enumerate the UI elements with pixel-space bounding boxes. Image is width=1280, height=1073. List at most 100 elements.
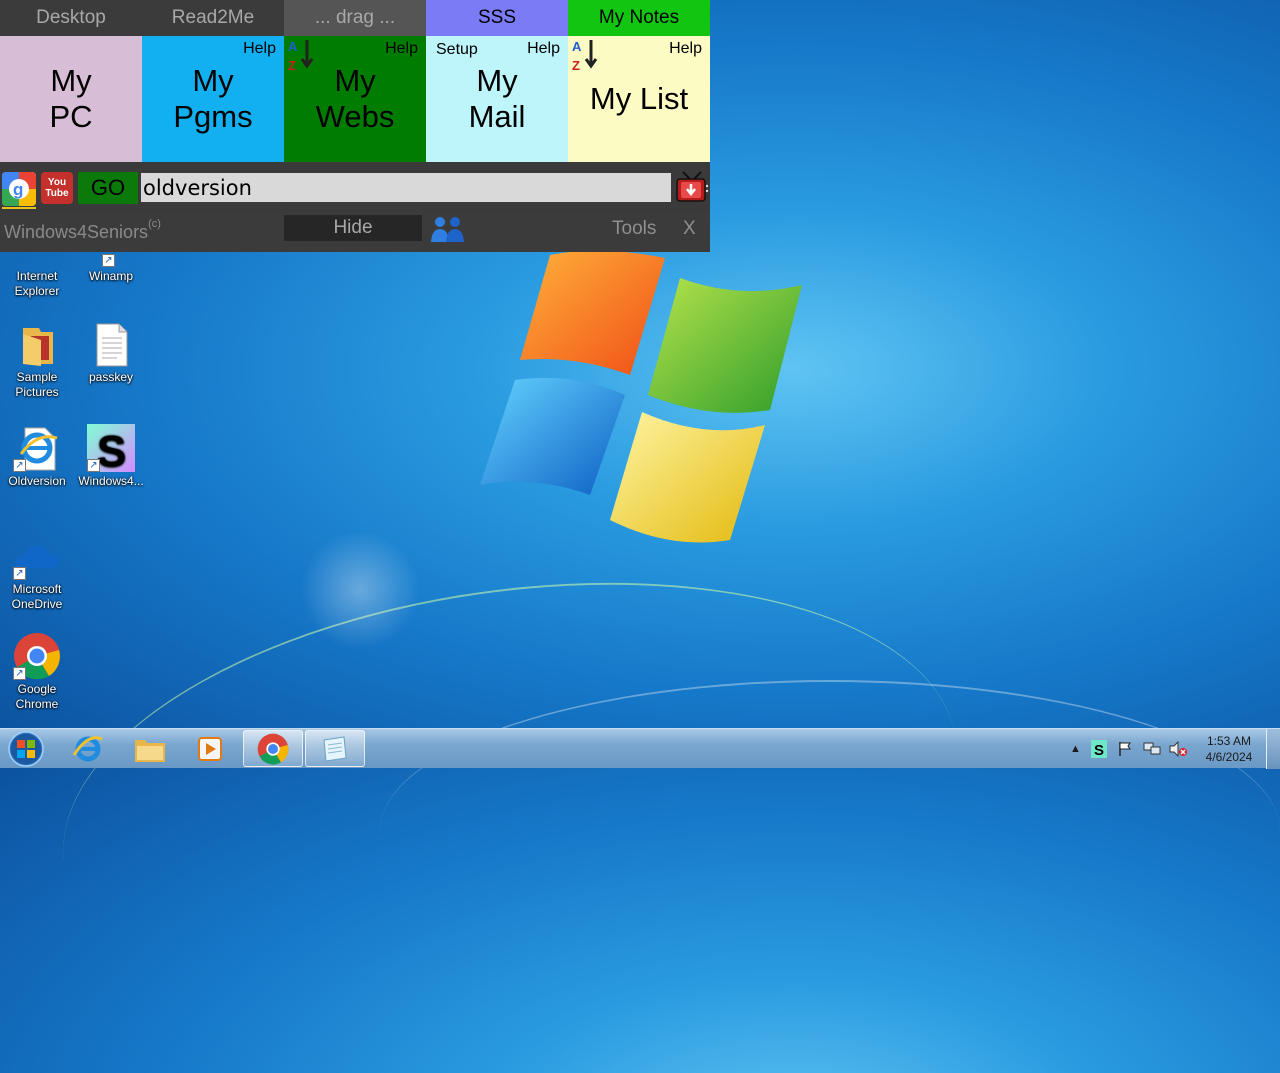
tab-desktop[interactable]: Desktop <box>0 0 142 36</box>
start-button[interactable] <box>6 730 46 768</box>
taskbar-notepad[interactable] <box>305 730 365 767</box>
taskbar-internet-explorer[interactable] <box>58 730 118 767</box>
tile-my-webs[interactable]: A Z Help My Webs <box>284 36 426 162</box>
taskbar-media-player[interactable] <box>180 730 240 767</box>
people-icon[interactable] <box>428 214 468 244</box>
desktop-icon-oldversion[interactable]: ↗ Oldversion <box>0 424 74 489</box>
shortcut-arrow-icon: ↗ <box>13 567 26 580</box>
shortcut-arrow-icon: ↗ <box>102 254 115 267</box>
selected-indicator <box>2 207 36 209</box>
go-button[interactable]: GO <box>78 172 138 204</box>
tab-label: SSS <box>477 7 517 28</box>
tab-read2me[interactable]: Read2Me <box>142 0 284 36</box>
show-desktop-button[interactable] <box>1266 729 1280 769</box>
folder-icon <box>135 739 165 762</box>
volume-muted-icon[interactable] <box>1169 741 1187 757</box>
svg-text:S: S <box>97 427 126 472</box>
tab-label: Read2Me <box>171 7 255 28</box>
search-row: g You Tube GO <box>0 162 710 212</box>
shortcut-arrow-icon: ↗ <box>13 459 26 472</box>
onedrive-icon: ↗ <box>13 532 61 580</box>
help-link[interactable]: Help <box>669 40 702 58</box>
icon-label: Microsoft <box>12 582 62 596</box>
taskbar-file-explorer[interactable] <box>120 730 180 767</box>
desktop-icon-onedrive[interactable]: ↗ Microsoft OneDrive <box>0 532 74 612</box>
tools-button[interactable]: Tools <box>612 218 656 240</box>
desktop-icon-google-chrome[interactable]: ↗ Google Chrome <box>0 632 74 712</box>
taskbar-google-chrome[interactable] <box>243 730 303 767</box>
icon-label: Pictures <box>15 385 59 399</box>
tile-label: My <box>192 63 234 98</box>
google-search-icon[interactable]: g <box>2 172 36 206</box>
tile-my-mail[interactable]: Setup Help My Mail <box>426 36 568 162</box>
wallpaper-streak <box>380 680 1280 982</box>
svg-text:Z: Z <box>572 58 580 72</box>
youtube-label: You <box>47 177 67 188</box>
svg-text:S: S <box>1094 742 1104 758</box>
search-input[interactable] <box>141 173 671 202</box>
internet-explorer-icon <box>72 735 103 761</box>
tab-label: ... drag ... <box>314 7 396 28</box>
icon-label: Sample <box>16 370 58 384</box>
help-link[interactable]: Help <box>527 40 560 58</box>
taskbar: ▲ S 1:53 AM 4/6/2024 <box>0 728 1280 769</box>
flag-icon[interactable] <box>1117 741 1133 757</box>
svg-text:A: A <box>572 39 582 54</box>
icon-label: Internet <box>16 269 58 283</box>
network-icon[interactable] <box>1143 741 1161 757</box>
chrome-icon: ↗ <box>13 632 61 680</box>
tile-my-pgms[interactable]: Help My Pgms <box>142 36 284 162</box>
help-link[interactable]: Help <box>243 40 276 58</box>
tile-label: Webs <box>315 99 395 134</box>
hide-button[interactable]: Hide <box>284 215 422 241</box>
brand-label: Windows4Seniors(c) <box>4 218 161 243</box>
desktop-icon-sample-pictures[interactable]: Sample Pictures <box>0 320 74 400</box>
icon-label: passkey <box>88 370 134 384</box>
tile-label: Pgms <box>173 99 253 134</box>
tab-my-notes[interactable]: My Notes <box>568 0 710 36</box>
windows4seniors-tray-icon[interactable]: S <box>1090 740 1107 758</box>
tile-label: My List <box>589 81 689 116</box>
clock-date: 4/6/2024 <box>1205 750 1253 764</box>
tv-icon[interactable] <box>675 170 709 204</box>
show-hidden-icons-icon[interactable]: ▲ <box>1070 743 1081 755</box>
panel-tab-row: Desktop Read2Me ... drag ... SSS My Note… <box>0 0 710 36</box>
desktop-icon-passkey[interactable]: passkey <box>74 320 148 385</box>
icon-label: Explorer <box>14 284 60 298</box>
youtube-label: Tube <box>45 188 69 199</box>
icon-label: OneDrive <box>11 597 63 611</box>
clock-time: 1:53 AM <box>1206 734 1252 748</box>
chrome-icon <box>257 733 289 764</box>
tab-sss[interactable]: SSS <box>426 0 568 36</box>
desktop-icon-windows4seniors[interactable]: S ↗ Windows4... <box>74 424 148 489</box>
text-file-icon <box>87 320 135 368</box>
help-link[interactable]: Help <box>385 40 418 58</box>
system-tray: ▲ S <box>1070 729 1187 769</box>
tile-my-pc[interactable]: My PC <box>0 36 142 162</box>
icon-label: Winamp <box>88 269 133 283</box>
copyright-mark: (c) <box>148 218 161 230</box>
notepad-icon <box>323 735 347 762</box>
tile-label: Mail <box>468 99 526 134</box>
desktop-icon-internet-explorer[interactable]: Internet Explorer <box>0 252 74 299</box>
wallpaper-streak <box>35 529 985 1073</box>
youtube-search-icon[interactable]: You Tube <box>41 172 73 204</box>
drag-handle[interactable]: ... drag ... <box>284 0 426 36</box>
setup-link[interactable]: Setup <box>436 41 478 59</box>
media-player-icon <box>198 736 222 761</box>
windows-logo <box>480 250 802 543</box>
icon-label: Windows4... <box>78 474 144 488</box>
taskbar-clock[interactable]: 1:53 AM 4/6/2024 <box>1198 733 1260 765</box>
desktop-icon-winamp[interactable]: ↗ Winamp <box>74 252 148 284</box>
wallpaper-glow <box>300 530 420 650</box>
folder-icon <box>13 320 61 368</box>
widget-panel: Desktop Read2Me ... drag ... SSS My Note… <box>0 0 710 252</box>
sort-az-icon[interactable]: A Z <box>571 38 601 72</box>
tile-my-list[interactable]: A Z Help My List <box>568 36 710 162</box>
windows4seniors-icon: S ↗ <box>87 424 135 476</box>
close-button[interactable]: X <box>683 218 696 240</box>
shortcut-arrow-icon: ↗ <box>87 459 100 472</box>
tile-label: My <box>50 63 92 98</box>
tab-label: Desktop <box>36 7 106 28</box>
icon-label: Oldversion <box>8 474 66 488</box>
